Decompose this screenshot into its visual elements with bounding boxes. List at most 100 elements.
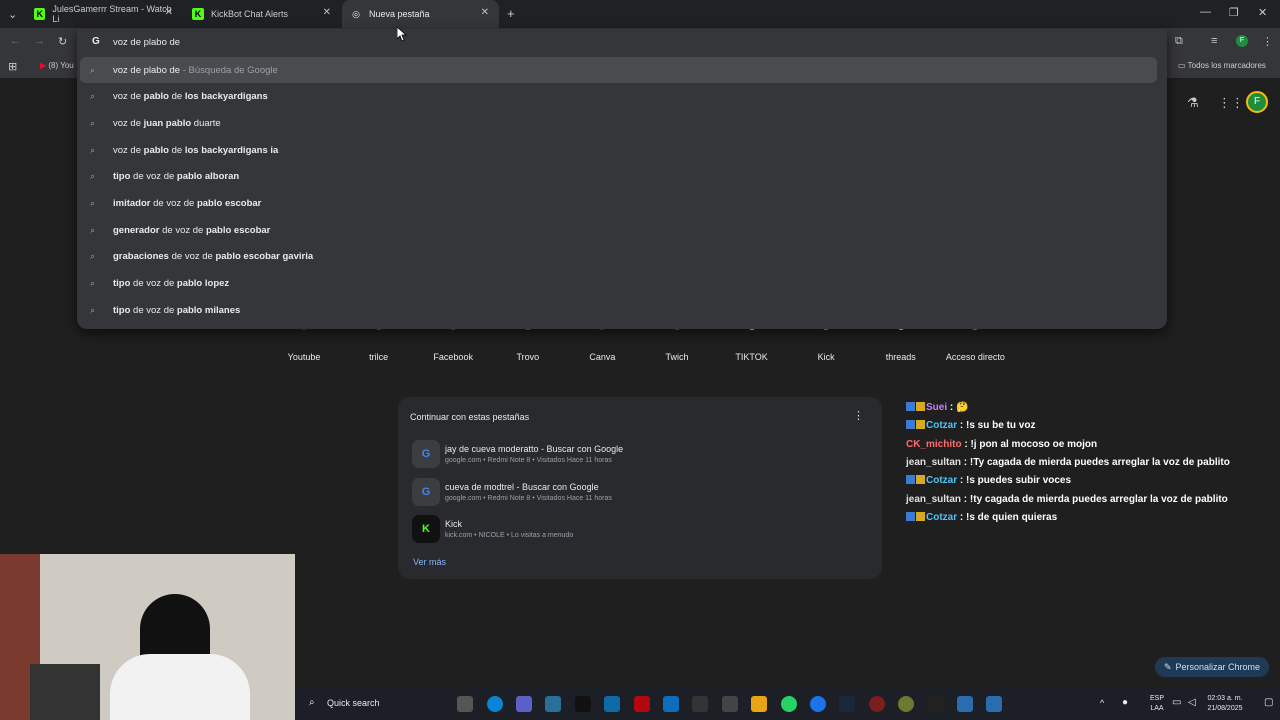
maximize-icon[interactable]: ❐ (1229, 6, 1239, 19)
pencil-icon: ✎ (1163, 661, 1172, 672)
chat-message: jean_sultan : !ty cagada de mierda puede… (906, 494, 1228, 505)
shortcut-tile[interactable]: Facebook (413, 352, 493, 362)
menu-icon[interactable]: ⋮ (1262, 35, 1273, 48)
app-icon[interactable] (692, 696, 708, 712)
chat-text: : !ty cagada de mierda puedes arreglar l… (961, 493, 1228, 505)
badge-icon (906, 420, 915, 430)
shortcut-tile[interactable]: Twich (637, 352, 717, 362)
chat-username: jean_sultan (906, 493, 962, 505)
shortcut-tile[interactable]: Acceso directo (935, 352, 1015, 362)
chat-username: Cotzar (926, 475, 958, 487)
omnibox-suggestion[interactable]: ⌕ tipo de voz de pablo lopez (77, 271, 1167, 297)
chat-text: : !Ty cagada de mierda puedes arreglar l… (961, 456, 1230, 468)
omnibox-suggestion[interactable]: ⌕ tipo de voz de pablo milanes (77, 297, 1167, 323)
omnibox-suggestion[interactable]: ⌕ voz de pablo de los backyardigans ia (77, 137, 1167, 163)
folder-icon[interactable] (751, 696, 767, 712)
search-icon[interactable]: ⌕ (309, 697, 315, 708)
lang-code: ESP (1149, 695, 1164, 702)
notifications-icon[interactable]: ▢ (1264, 697, 1273, 708)
search-icon: ⌕ (90, 144, 96, 155)
more-options-icon[interactable]: ⋮ (853, 409, 864, 422)
omnibox-suggestion[interactable]: ⌕ voz de pablo de los backyardigans (77, 84, 1167, 110)
tab-kickbot[interactable]: K KickBot Chat Alerts ✕ (184, 0, 341, 28)
steam-icon[interactable] (839, 696, 855, 712)
google-icon: G (412, 440, 440, 468)
continue-item-meta: google.com • Redmi Note 8 • Visitados Ha… (445, 457, 612, 464)
clock[interactable]: 02:03 a. m. 21/08/2025 (1195, 694, 1255, 714)
shortcut-tile[interactable]: trilce (339, 352, 419, 362)
omnibox-suggestion[interactable]: ⌕ imitador de voz de pablo escobar (77, 191, 1167, 217)
customize-chrome-button[interactable]: ✎ Personalizar Chrome (1155, 657, 1269, 677)
omnibox-suggestion[interactable]: ⌕ generador de voz de pablo escobar (77, 217, 1167, 243)
all-bookmarks[interactable]: ▭ Todos los marcadores (1178, 61, 1266, 70)
account-avatar[interactable]: F (1246, 91, 1268, 113)
chat-username: Suei (926, 402, 948, 413)
app-icon[interactable] (722, 696, 738, 712)
omnibox-suggestion[interactable]: ⌕ grabaciones de voz de pablo escobar gav… (77, 244, 1167, 270)
app-icon[interactable] (957, 696, 973, 712)
store-icon[interactable] (545, 696, 561, 712)
see-more-link[interactable]: Ver más (413, 557, 446, 567)
tray-chevron-icon[interactable]: ^ (1100, 698, 1104, 708)
forward-icon[interactable]: → (34, 35, 45, 47)
shortcut-tile[interactable]: Kick (786, 352, 866, 362)
minimize-icon[interactable]: — (1200, 6, 1211, 18)
files-icon[interactable] (604, 696, 620, 712)
suggestion-text: tipo de voz de pablo milanes (113, 304, 241, 316)
close-window-icon[interactable]: ✕ (1258, 6, 1267, 19)
profile-avatar[interactable]: F (1236, 35, 1248, 47)
continue-item[interactable]: G cueva de modtrel - Buscar con Google g… (406, 475, 872, 509)
continue-item[interactable]: G jay de cueva moderatto - Buscar con Go… (406, 437, 872, 471)
chrome-icon[interactable] (810, 696, 826, 712)
tab-label: JulesGamerrr Stream - Watch Li (52, 4, 172, 24)
microphone-icon[interactable]: ● (1122, 697, 1128, 708)
quick-search[interactable]: Quick search (327, 698, 380, 708)
omnibox-input[interactable]: voz de plabo de (113, 37, 180, 48)
search-icon: ⌕ (90, 171, 96, 182)
edge-icon[interactable] (487, 696, 503, 712)
back-icon[interactable]: ← (10, 35, 21, 47)
shortcut-tile[interactable]: Canva (562, 352, 642, 362)
close-icon[interactable]: ✕ (165, 7, 173, 18)
app-icon[interactable] (869, 696, 885, 712)
tab-search-icon[interactable]: ⌄ (8, 8, 17, 21)
app-icon[interactable] (898, 696, 914, 712)
outlook-icon[interactable] (663, 696, 679, 712)
media-icon[interactable]: ≡ (1211, 35, 1217, 47)
youtube-icon: ▶ (40, 61, 47, 70)
netflix-icon[interactable] (634, 696, 650, 712)
chrome-icon: ◎ (352, 8, 360, 19)
omnibox-suggestion[interactable]: ⌕ tipo de voz de pablo alboran (77, 164, 1167, 190)
omnibox-suggestion[interactable]: ⌕ voz de juan pablo duarte (77, 110, 1167, 136)
close-icon[interactable]: ✕ (481, 7, 489, 18)
volume-icon[interactable]: ◁ (1188, 697, 1196, 708)
close-icon[interactable]: ✕ (323, 7, 331, 18)
reload-icon[interactable]: ↻ (58, 35, 67, 48)
extensions-icon[interactable]: ⧉ (1175, 35, 1183, 48)
labs-icon[interactable]: ⚗ (1187, 95, 1199, 111)
tiktok-icon[interactable] (575, 696, 591, 712)
network-icon[interactable]: ▭ (1172, 697, 1181, 708)
teams-icon[interactable] (516, 696, 532, 712)
search-icon: ⌕ (90, 91, 96, 102)
capcut-icon[interactable] (928, 696, 944, 712)
bookmark-youtube[interactable]: ▶ (8) You (40, 61, 74, 70)
shortcut-tile[interactable]: Trovo (488, 352, 568, 362)
shortcut-tile[interactable]: TIKTOK (712, 352, 792, 362)
omnibox-suggestion[interactable]: ⌕ voz de plabo de - Búsqueda de Google (80, 57, 1157, 83)
tab-nueva-pestana[interactable]: ◎ Nueva pestaña ✕ (342, 0, 499, 28)
shortcut-tile[interactable]: Youtube (264, 352, 344, 362)
search-icon: ⌕ (90, 278, 96, 289)
tab-label: Nueva pestaña (369, 9, 430, 19)
apps-icon[interactable]: ⊞ (8, 60, 17, 73)
shortcut-tile[interactable]: threads (861, 352, 941, 362)
language-indicator[interactable]: ESP LAA (1147, 694, 1167, 714)
app-icon[interactable] (986, 696, 1002, 712)
suggestion-text: imitador de voz de pablo escobar (113, 198, 262, 209)
tab-julesgamerrr[interactable]: K JulesGamerrr Stream - Watch Li ✕ (26, 0, 183, 28)
whatsapp-icon[interactable] (781, 696, 797, 712)
new-tab-button[interactable]: + (507, 6, 515, 21)
task-view-icon[interactable] (457, 696, 473, 712)
continue-item[interactable]: K Kick kick.com • NICOLE • Lo visitas a … (406, 512, 872, 546)
google-apps-icon[interactable]: ⋮⋮ (1218, 95, 1244, 111)
